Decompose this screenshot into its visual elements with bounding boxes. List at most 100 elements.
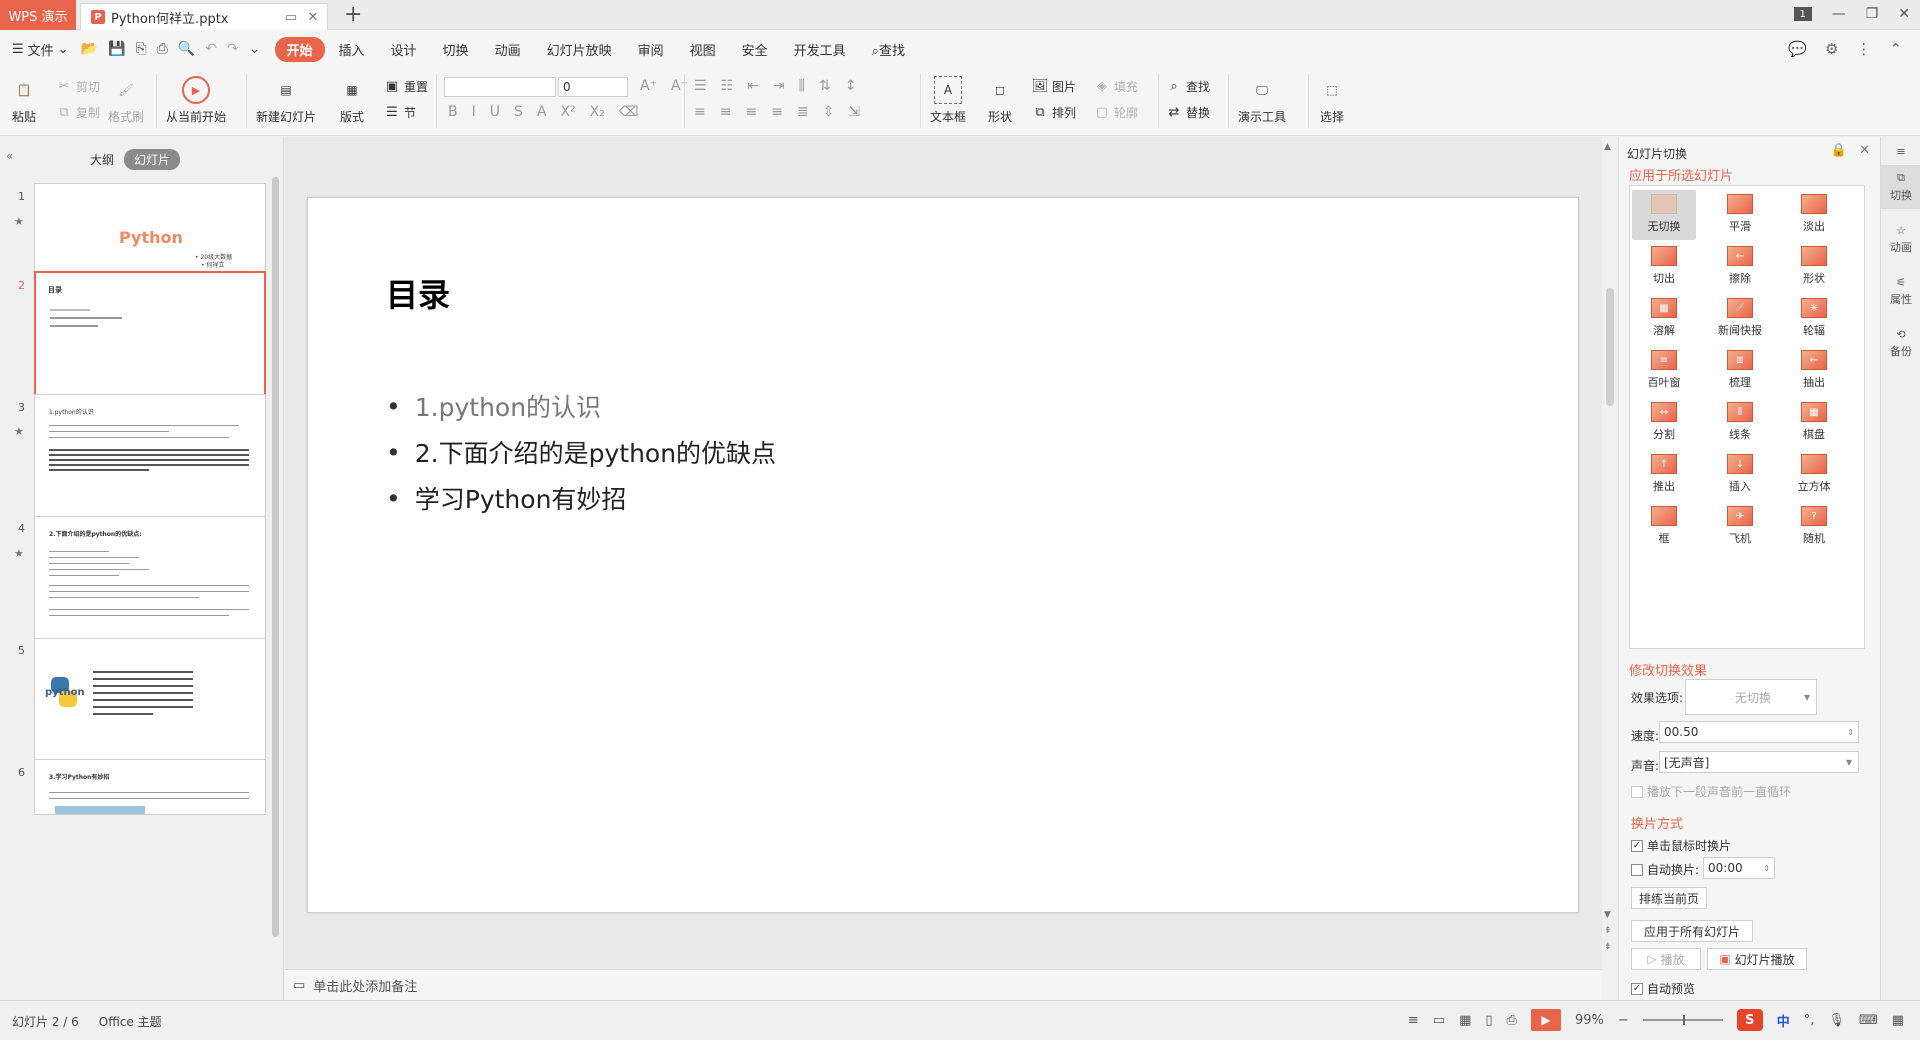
distribute-icon[interactable]: ≣ <box>797 104 809 120</box>
tab-outline[interactable]: 大纲 <box>90 151 114 168</box>
prev-slide-icon[interactable]: ⇞ <box>1604 926 1612 936</box>
fill-button[interactable]: ◈ 填充 <box>1094 78 1138 95</box>
menu-search[interactable]: ⌕查找 <box>860 37 917 62</box>
font-grow-icon[interactable]: A⁺ <box>640 78 657 94</box>
paste-button[interactable]: 📋 粘贴 <box>10 76 38 125</box>
punctuation-icon[interactable]: °, <box>1804 1013 1815 1028</box>
reset-button[interactable]: ▣ 重置 <box>384 78 428 95</box>
bullets-icon[interactable]: ☰ <box>694 78 707 94</box>
underline-icon[interactable]: U <box>490 104 500 120</box>
increase-indent-icon[interactable]: ⇥ <box>773 78 785 94</box>
next-slide-icon[interactable]: ⇟ <box>1604 942 1612 952</box>
slides-pane-scrollbar[interactable] <box>272 177 279 937</box>
slide-thumbnail-6[interactable]: 3.学习Python有妙招 <box>34 759 266 815</box>
transition-shape[interactable]: 形状 <box>1782 242 1846 292</box>
transition-dissolve[interactable]: ▦ 溶解 <box>1632 294 1696 344</box>
textbox-button[interactable]: A 文本框 <box>930 76 966 125</box>
editor-scrollbar[interactable]: ▲ ▼ ⇞ ⇟ <box>1604 140 1616 960</box>
font-size-combo[interactable]: 0 <box>558 77 628 97</box>
play-from-current-button[interactable]: ▶ 从当前开始 <box>166 76 226 125</box>
superscript-icon[interactable]: X² <box>560 104 575 120</box>
auto-advance-checkbox[interactable]: 自动换片: <box>1631 861 1699 878</box>
cut-button[interactable]: ✂ 剪切 <box>56 78 100 95</box>
comment-icon[interactable]: 💬 <box>1788 40 1807 58</box>
sound-select[interactable]: [无声音] ▾ <box>1659 751 1859 773</box>
transition-cube[interactable]: 立方体 <box>1782 450 1846 500</box>
text-direction-icon[interactable]: ⇅ <box>819 78 831 94</box>
align-right-icon[interactable]: ≡ <box>745 104 757 120</box>
reading-view-icon[interactable]: ▯ <box>1485 1013 1492 1028</box>
customize-icon[interactable]: ⌄ <box>249 41 261 57</box>
transition-wheel[interactable]: ✳ 轮辐 <box>1782 294 1846 344</box>
play-button[interactable]: ▷ 播放 <box>1631 948 1701 970</box>
open-icon[interactable]: 📂 <box>81 41 98 57</box>
menu-animation[interactable]: 动画 <box>483 37 533 62</box>
justify-icon[interactable]: ≡ <box>771 104 783 120</box>
transition-box[interactable]: 框 <box>1632 502 1696 552</box>
find-button[interactable]: ⌕ 查找 <box>1166 78 1210 95</box>
columns-icon[interactable]: ⫼ <box>799 78 805 94</box>
menu-developer[interactable]: 开发工具 <box>782 37 858 62</box>
transition-fade[interactable]: 淡出 <box>1782 190 1846 240</box>
transition-random[interactable]: ? 随机 <box>1782 502 1846 552</box>
transition-blinds[interactable]: ≡ 百叶窗 <box>1632 346 1696 396</box>
restore-icon[interactable]: ❐ <box>1866 6 1879 22</box>
scroll-down-icon[interactable]: ▼ <box>1604 910 1611 920</box>
slide-title[interactable]: 目录 <box>386 270 450 316</box>
new-slide-button[interactable]: ▤ 新建幻灯片 <box>256 76 316 125</box>
document-tab[interactable]: P Python何祥立.pptx ▭ ✕ <box>80 3 328 30</box>
normal-view-icon[interactable]: ▭ <box>1433 1013 1445 1028</box>
menu-view[interactable]: 视图 <box>678 37 728 62</box>
format-painter-button[interactable]: 🖌 格式刷 <box>108 76 144 125</box>
align-text-icon[interactable]: ⇳ <box>823 104 835 120</box>
menu-transition[interactable]: 切换 <box>431 37 481 62</box>
redo-icon[interactable]: ↷ <box>227 41 239 57</box>
transition-newsflash[interactable]: ⟋ 新闻快报 <box>1708 294 1772 344</box>
slide-thumbnail-3[interactable]: 1.python的认识 <box>34 394 266 524</box>
menu-security[interactable]: 安全 <box>730 37 780 62</box>
window-count-badge[interactable]: 1 <box>1793 7 1812 21</box>
transition-checkerboard[interactable]: ▦ 棋盘 <box>1782 398 1846 448</box>
app-tab[interactable]: WPS 演示 <box>0 0 76 30</box>
current-slide[interactable]: 目录 1.python的认识 2.下面介绍的是python的优缺点 学习Pyth… <box>307 197 1579 913</box>
layout-button[interactable]: ▦ 版式 <box>338 76 366 125</box>
transition-cover[interactable]: ↓ 插入 <box>1708 450 1772 500</box>
transition-split[interactable]: ↔ 分割 <box>1632 398 1696 448</box>
align-left-icon[interactable]: ≡ <box>694 104 706 120</box>
pane-title[interactable]: 幻灯片切换 <box>1627 145 1687 162</box>
ime-logo-icon[interactable]: S <box>1736 1009 1763 1031</box>
transition-smooth[interactable]: 平滑 <box>1708 190 1772 240</box>
strikethrough-icon[interactable]: S <box>514 104 523 120</box>
font-family-combo[interactable] <box>444 77 556 97</box>
microphone-icon[interactable]: 🎙 <box>1828 1013 1845 1028</box>
collapse-ribbon-icon[interactable]: ⌃ <box>1889 40 1902 58</box>
transition-none[interactable]: 无切换 <box>1632 190 1696 240</box>
toolbox-icon[interactable]: ▦ <box>1892 1013 1904 1028</box>
font-color-icon[interactable]: A <box>537 104 547 120</box>
zoom-out-icon[interactable]: − <box>1618 1013 1629 1028</box>
menu-insert[interactable]: 插入 <box>327 37 377 62</box>
stepper-icon[interactable]: ⇕ <box>1763 864 1770 873</box>
lock-icon[interactable]: 🔒 <box>1831 143 1847 158</box>
scroll-thumb[interactable] <box>1606 288 1614 406</box>
apply-all-button[interactable]: 应用于所有幻灯片 <box>1631 920 1753 942</box>
transition-pull[interactable]: ← 抽出 <box>1782 346 1846 396</box>
undo-icon[interactable]: ↶ <box>205 41 217 57</box>
sidebar-item-properties[interactable]: ⚟ 属性 <box>1881 269 1920 313</box>
transition-lines[interactable]: ⦀ 线条 <box>1708 398 1772 448</box>
zoom-slider[interactable] <box>1642 1015 1723 1025</box>
copy-button[interactable]: ⧉ 复制 <box>56 104 100 121</box>
rehearse-button[interactable]: 排练当前页 <box>1631 887 1707 909</box>
pin-icon[interactable]: ▭ <box>283 10 299 25</box>
menu-home[interactable]: 开始 <box>274 36 325 62</box>
decrease-indent-icon[interactable]: ⇤ <box>747 78 759 94</box>
transition-wipe[interactable]: ← 擦除 <box>1708 242 1772 292</box>
outline-button[interactable]: ▢ 轮廓 <box>1094 104 1138 121</box>
picture-button[interactable]: 🖼 图片 <box>1032 78 1076 95</box>
keyboard-icon[interactable]: ⌨ <box>1859 1013 1878 1028</box>
loop-sound-checkbox[interactable]: 播放下一段声音前一直循环 <box>1631 783 1791 800</box>
transition-push[interactable]: ↑ 推出 <box>1632 450 1696 500</box>
menu-design[interactable]: 设计 <box>379 37 429 62</box>
sidebar-item-backup[interactable]: ⟲ 备份 <box>1881 321 1920 365</box>
auto-preview-checkbox[interactable]: ✓ 自动预览 <box>1631 980 1695 997</box>
